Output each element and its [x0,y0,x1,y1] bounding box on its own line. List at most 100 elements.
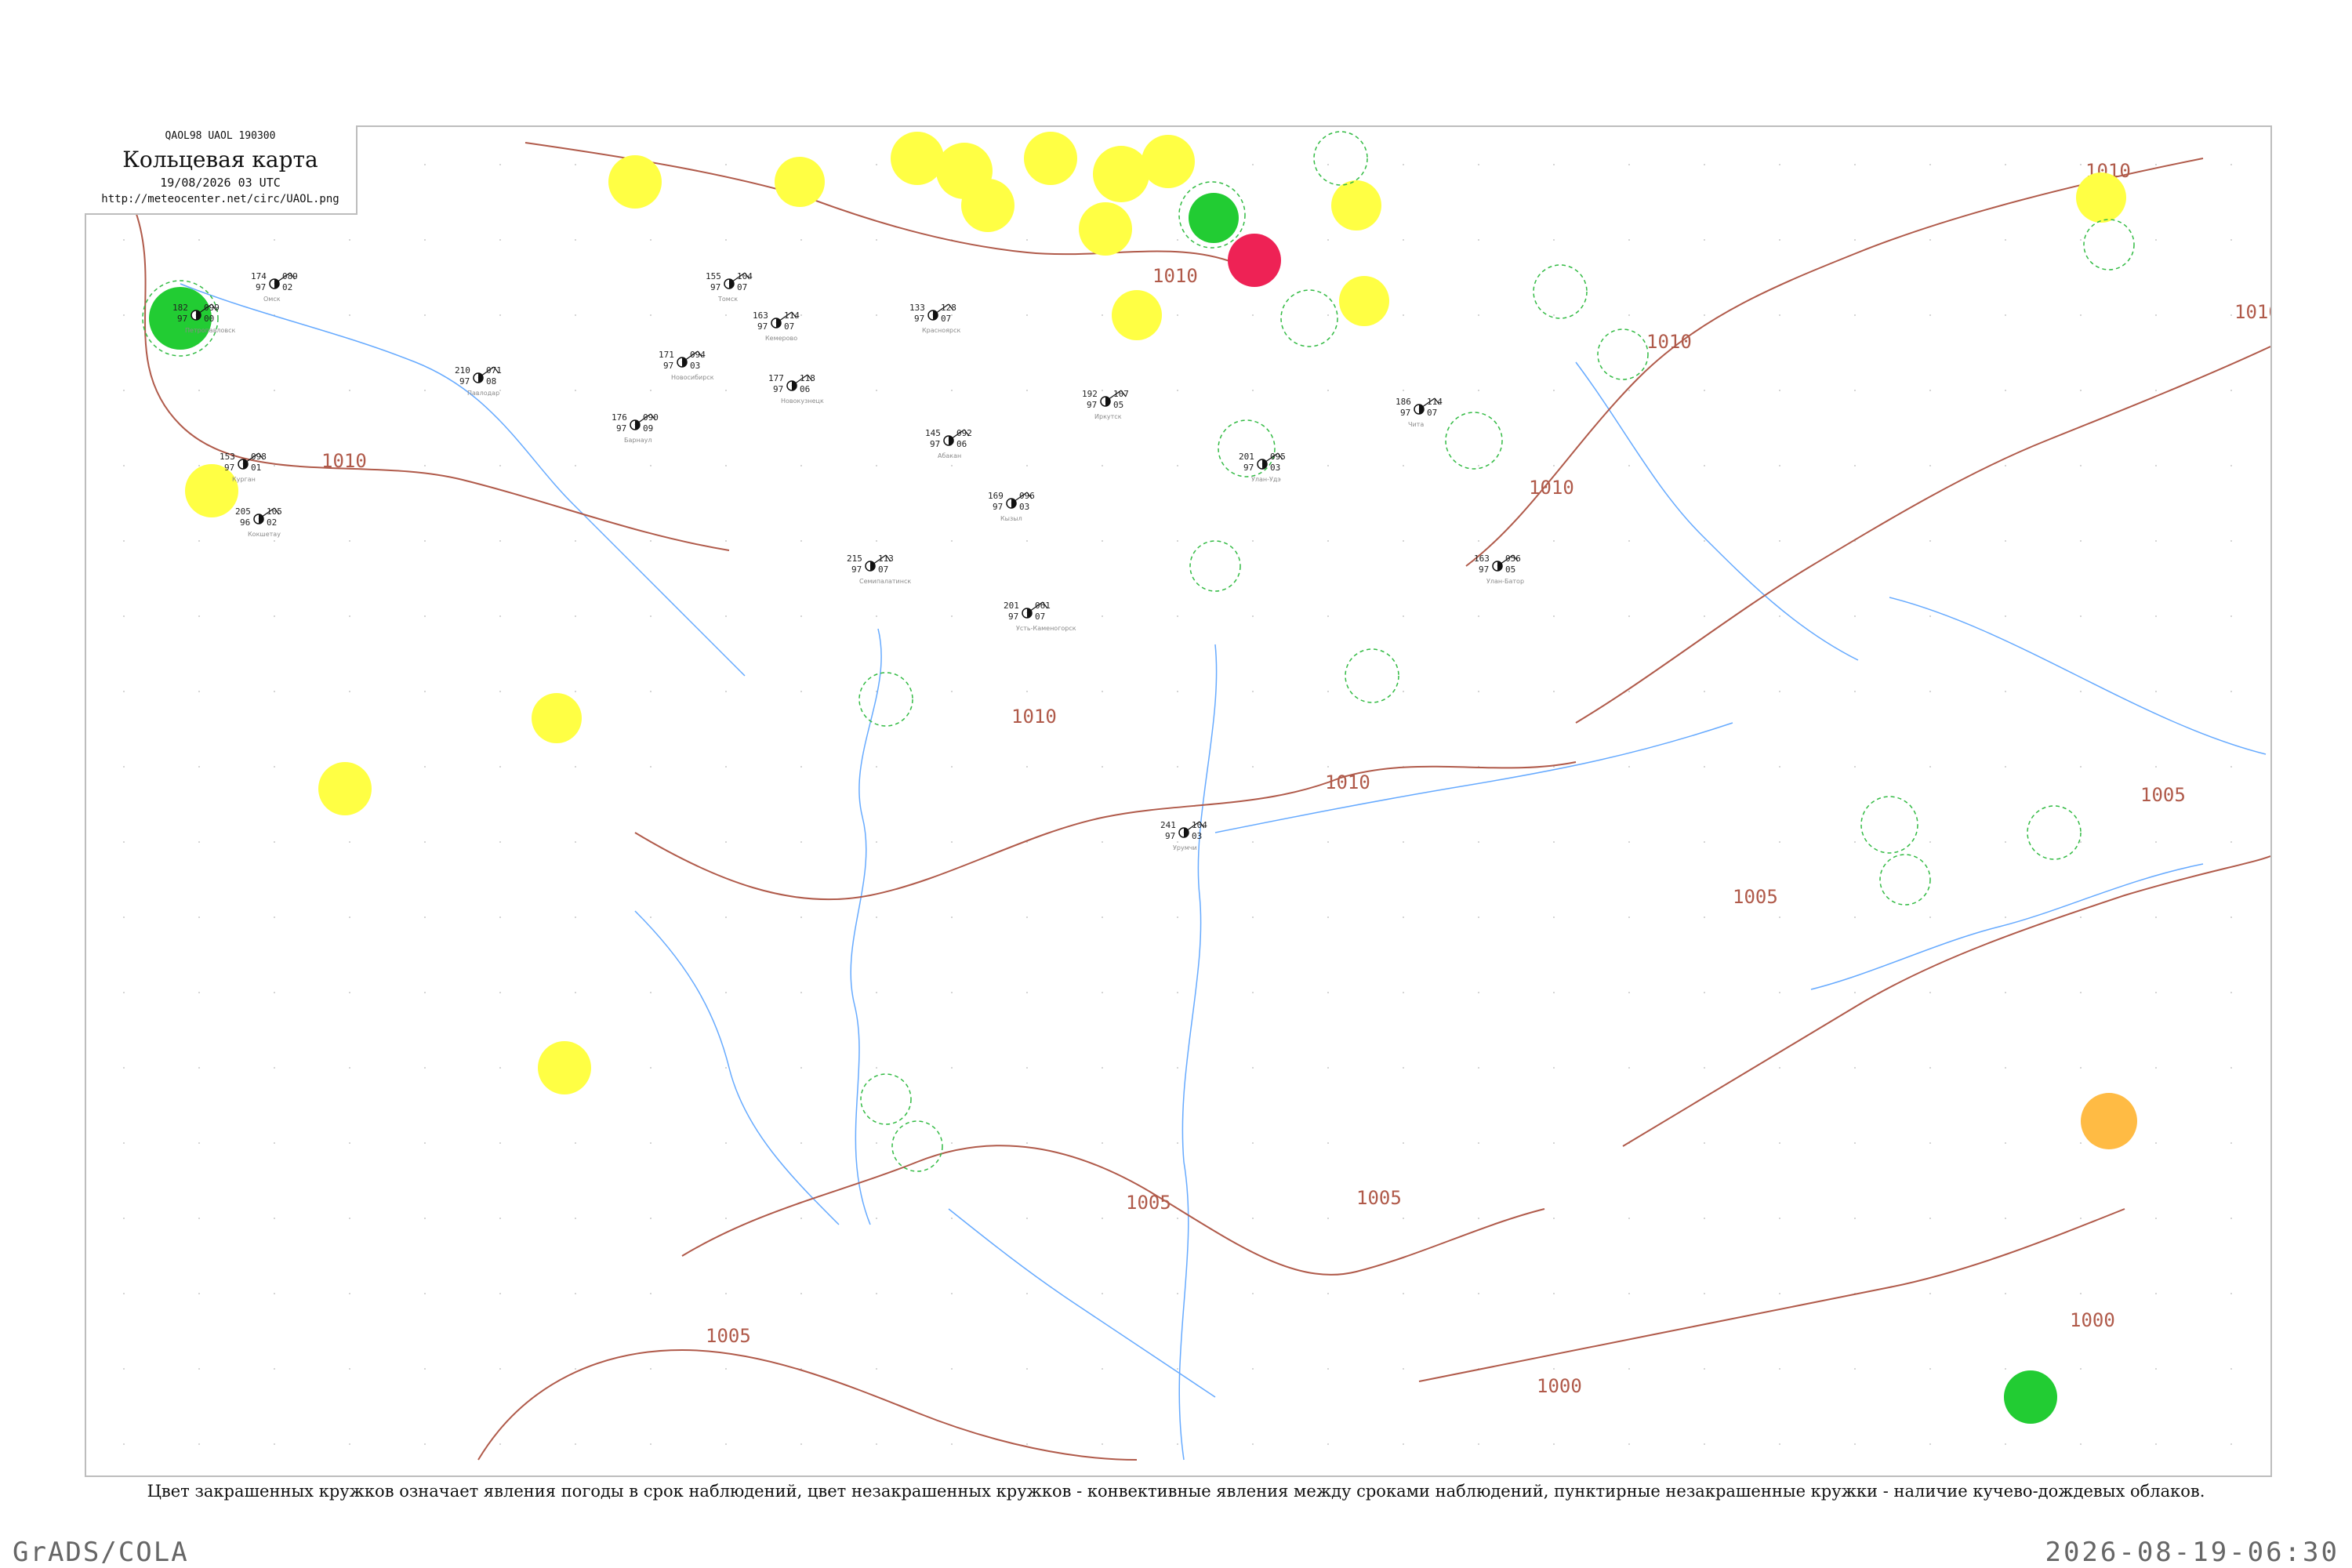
station-visibility: 06 [956,439,967,449]
station-visibility: 05 [1113,400,1123,410]
station-temperature: 153 [220,452,235,462]
station-temperature: 186 [1396,397,1411,407]
station-temperature: 205 [235,506,251,517]
isobar-label: 1000 [2070,1309,2115,1331]
station-pressure: 104 [737,271,753,281]
station-dewpoint: 97 [993,502,1003,512]
station-dewpoint: 97 [616,423,626,434]
station-visibility: 07 [1035,612,1045,622]
isobar-label: 1005 [2140,784,2186,806]
station-visibility: 07 [878,564,888,575]
station-pressure: 071 [486,365,502,376]
station-name: Павлодар [467,390,499,397]
isobar-label: 1005 [706,1325,751,1347]
station-visibility: 02 [282,282,292,292]
station-name: Улан-Удэ [1251,476,1281,483]
station-visibility: 03 [690,361,700,371]
map-datetime: 19/08/2026 03 UTC [160,176,281,190]
station-name: Омск [263,296,281,303]
station-visibility: 00 [204,314,214,324]
station-temperature: 201 [1004,601,1019,611]
yellow-circle [608,155,662,209]
station-visibility: 02 [267,517,277,528]
yellow-circle [1024,132,1077,185]
station-temperature: 215 [847,554,862,564]
station-dewpoint: 97 [1165,831,1175,841]
station-pressure: 056 [1505,554,1521,564]
isobar-label: 1010 [2234,301,2270,323]
station-temperature: 177 [768,373,784,383]
isobar-label: 1010 [1152,265,1198,287]
station-pressure: 105 [267,506,282,517]
station-name: Новосибирск [671,374,714,381]
station-pressure: 061 [1035,601,1051,611]
green-circle [1189,193,1239,243]
station-temperature: 201 [1239,452,1254,462]
station-visibility: 01 [251,463,261,473]
station-pressure: 099 [204,303,220,313]
yellow-circle [532,693,582,743]
station-visibility: 07 [737,282,747,292]
yellow-circle [538,1041,591,1094]
isobar-label: 1010 [1325,771,1370,793]
station-visibility: 03 [1192,831,1202,841]
isobar-label: 1005 [1356,1187,1402,1209]
map-url[interactable]: http://meteocenter.net/circ/UAOL.png [85,193,356,205]
station-name: Барнаул [624,437,652,444]
station-name: Семипалатинск [859,578,911,585]
station-pressure: 114 [784,310,800,321]
station-pressure: 098 [251,452,267,462]
station-pressure: 113 [878,554,894,564]
yellow-circle [1142,135,1195,188]
station-name: Петропавловск [185,327,236,334]
yellow-circle [891,132,944,185]
station-name: Новокузнецк [781,397,824,405]
station-pressure: 104 [1192,820,1207,830]
yellow-circle [775,157,825,207]
station-name: Усть-Каменогорск [1016,625,1076,632]
station-dewpoint: 97 [773,384,783,394]
yellow-circle [1079,202,1132,256]
station-name: Чита [1408,421,1424,428]
station-visibility: 07 [941,314,951,324]
station-temperature: 182 [172,303,188,313]
station-name: Абакан [938,452,961,459]
station-temperature: 241 [1160,820,1176,830]
station-visibility: 08 [486,376,496,387]
station-pressure: 090 [643,412,659,423]
map-canvas[interactable]: 1010 1010 1010 1010 1010 1010 1010 1010 … [86,127,2270,1475]
station-pressure: 092 [956,428,972,438]
station-temperature: 163 [753,310,768,321]
station-pressure: 094 [690,350,706,360]
yellow-circle [1339,276,1389,326]
station-dewpoint: 97 [1008,612,1018,622]
station-temperature: 192 [1082,389,1098,399]
station-temperature: 145 [925,428,941,438]
station-visibility: 09 [643,423,653,434]
station-dewpoint: 97 [1087,400,1097,410]
map-title: Кольцевая карта [122,147,318,172]
title-box: QAOL98 UAOL 190300 Кольцевая карта 19/08… [85,125,358,215]
station-dewpoint: 97 [1243,463,1254,473]
station-visibility: 03 [1019,502,1029,512]
isobar-label: 1005 [1126,1192,1171,1214]
station-dewpoint: 97 [224,463,234,473]
station-temperature: 210 [455,365,470,376]
station-dewpoint: 97 [1400,408,1410,418]
station-name: Кокшетау [248,531,281,538]
station-name: Кемерово [765,335,797,342]
station-visibility: 06 [800,384,810,394]
station-dewpoint: 97 [851,564,862,575]
station-dewpoint: 96 [240,517,250,528]
footer-software: GrADS/COLA [13,1537,189,1568]
isobar-label: 1010 [1646,331,1692,353]
isobar-label: 1010 [1529,477,1574,499]
station-pressure: 089 [282,271,298,281]
yellow-circle [1331,180,1381,230]
isobar-label: 1010 [321,450,367,472]
station-visibility: 03 [1270,463,1280,473]
station-pressure: 114 [1427,397,1443,407]
station-dewpoint: 97 [459,376,470,387]
station-name: Урумчи [1173,844,1197,851]
isobar-label: 1000 [1537,1375,1582,1397]
